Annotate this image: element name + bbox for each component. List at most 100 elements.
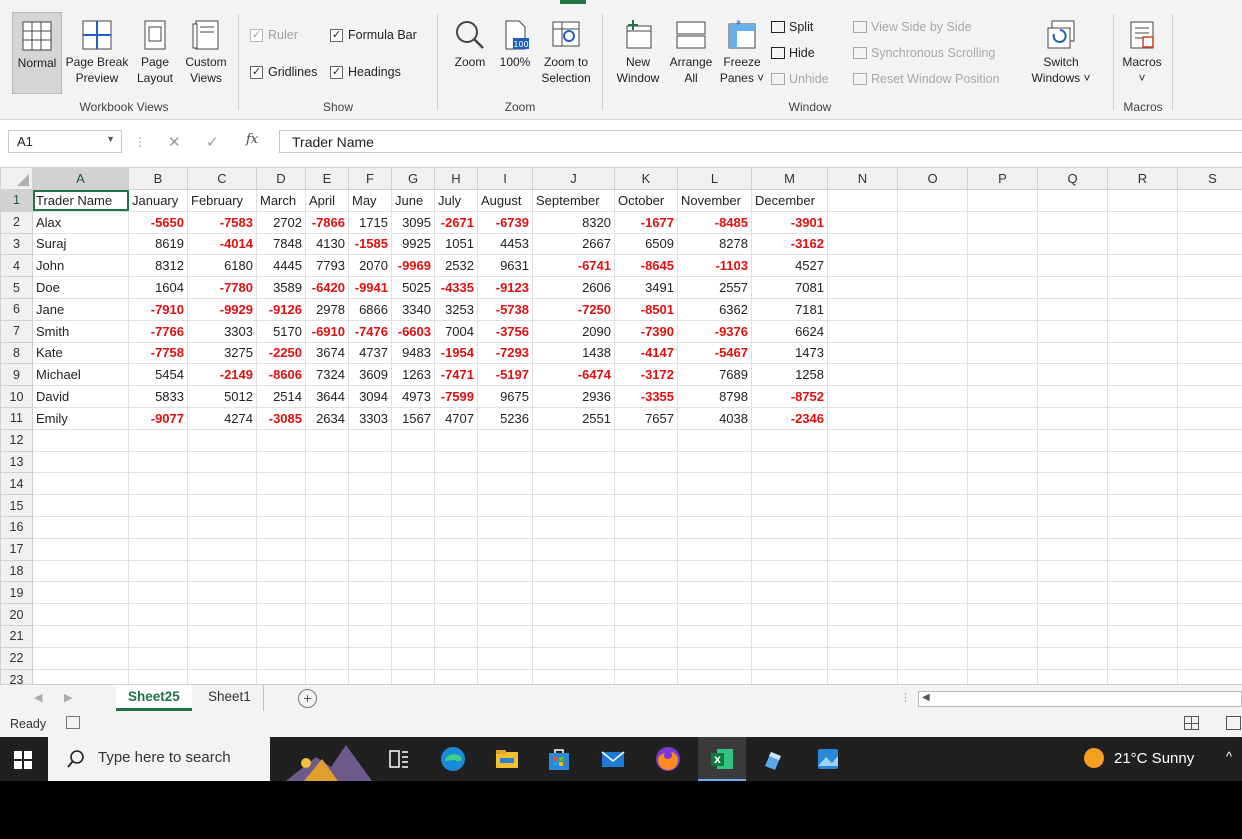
- cell[interactable]: [677, 428, 752, 452]
- cell[interactable]: -8606: [256, 363, 306, 387]
- cell[interactable]: [751, 428, 828, 452]
- cell[interactable]: [391, 559, 435, 583]
- cell[interactable]: Doe: [32, 276, 129, 299]
- cell[interactable]: [827, 603, 898, 626]
- cell[interactable]: [532, 581, 615, 605]
- cell[interactable]: [256, 603, 306, 626]
- column-header-q[interactable]: Q: [1037, 167, 1108, 190]
- cell[interactable]: [391, 603, 435, 626]
- cell[interactable]: [1177, 559, 1242, 583]
- cell[interactable]: 5012: [187, 385, 257, 408]
- custom-views-button[interactable]: Custom Views: [180, 12, 232, 86]
- chevron-up-icon[interactable]: ^: [1226, 749, 1232, 764]
- cell[interactable]: [677, 646, 752, 670]
- cell[interactable]: [827, 319, 898, 343]
- cell[interactable]: [32, 624, 129, 648]
- cell[interactable]: [477, 515, 533, 539]
- cell[interactable]: [391, 450, 435, 474]
- cell[interactable]: [434, 537, 478, 561]
- cell[interactable]: -7250: [532, 297, 615, 321]
- page-break-preview-button[interactable]: Page Break Preview: [64, 12, 130, 86]
- cell[interactable]: 4707: [434, 406, 478, 430]
- cell[interactable]: [305, 428, 349, 452]
- cell[interactable]: 7324: [305, 363, 349, 387]
- cell[interactable]: [614, 559, 678, 583]
- row-header[interactable]: 12: [0, 428, 33, 452]
- cell[interactable]: [677, 559, 752, 583]
- row-header[interactable]: 10: [0, 385, 33, 408]
- cell[interactable]: [532, 603, 615, 626]
- cell[interactable]: [1037, 559, 1108, 583]
- cell[interactable]: 3275: [187, 341, 257, 365]
- cell[interactable]: 3609: [348, 363, 392, 387]
- cell[interactable]: [32, 559, 129, 583]
- cell[interactable]: [1177, 232, 1242, 256]
- cell[interactable]: [32, 494, 129, 517]
- cell[interactable]: 9925: [391, 232, 435, 256]
- row-header[interactable]: 8: [0, 341, 33, 365]
- cell[interactable]: [434, 646, 478, 670]
- unhide-button[interactable]: Unhide: [771, 72, 829, 86]
- cell[interactable]: -3901: [751, 210, 828, 234]
- cell[interactable]: 7081: [751, 276, 828, 299]
- cell[interactable]: [477, 537, 533, 561]
- cell[interactable]: [532, 646, 615, 670]
- cell[interactable]: [348, 428, 392, 452]
- cell[interactable]: Kate: [32, 341, 129, 365]
- cell[interactable]: [897, 494, 968, 517]
- cell[interactable]: [532, 494, 615, 517]
- cell[interactable]: August: [477, 189, 533, 212]
- cell[interactable]: 8320: [532, 210, 615, 234]
- cell[interactable]: [348, 450, 392, 474]
- sheet-tab-sheet1[interactable]: Sheet1: [196, 685, 264, 711]
- cell[interactable]: [897, 341, 968, 365]
- cell[interactable]: [677, 494, 752, 517]
- cell[interactable]: [32, 450, 129, 474]
- cell[interactable]: [751, 624, 828, 648]
- cell[interactable]: [348, 537, 392, 561]
- cell[interactable]: 5833: [128, 385, 188, 408]
- cell[interactable]: 7004: [434, 319, 478, 343]
- cell[interactable]: [434, 494, 478, 517]
- cell[interactable]: -7910: [128, 297, 188, 321]
- cell[interactable]: April: [305, 189, 349, 212]
- cell[interactable]: 2606: [532, 276, 615, 299]
- cell[interactable]: 7848: [256, 232, 306, 256]
- cell[interactable]: [348, 603, 392, 626]
- cell[interactable]: [1177, 297, 1242, 321]
- cell[interactable]: [897, 515, 968, 539]
- cell[interactable]: [1107, 406, 1178, 430]
- cell[interactable]: [187, 537, 257, 561]
- zoom-button[interactable]: Zoom: [446, 12, 494, 70]
- windows-start-icon[interactable]: [14, 751, 32, 769]
- cell[interactable]: [967, 254, 1038, 278]
- cell[interactable]: John: [32, 254, 129, 278]
- cell[interactable]: -2250: [256, 341, 306, 365]
- row-header[interactable]: 13: [0, 450, 33, 474]
- cell[interactable]: 4527: [751, 254, 828, 278]
- cell[interactable]: [532, 624, 615, 648]
- cell[interactable]: 2070: [348, 254, 392, 278]
- cell[interactable]: [128, 537, 188, 561]
- cell[interactable]: [827, 428, 898, 452]
- row-header[interactable]: 4: [0, 254, 33, 278]
- cell[interactable]: [1037, 450, 1108, 474]
- cell[interactable]: [897, 276, 968, 299]
- cell[interactable]: -7758: [128, 341, 188, 365]
- cell[interactable]: 2090: [532, 319, 615, 343]
- cell[interactable]: [897, 363, 968, 387]
- cell[interactable]: [827, 189, 898, 212]
- cell[interactable]: -6474: [532, 363, 615, 387]
- cell[interactable]: [614, 450, 678, 474]
- cell[interactable]: 2667: [532, 232, 615, 256]
- cell[interactable]: 4453: [477, 232, 533, 256]
- cell[interactable]: [1177, 494, 1242, 517]
- cell[interactable]: [1177, 624, 1242, 648]
- cell[interactable]: [1037, 472, 1108, 496]
- cell[interactable]: -7390: [614, 319, 678, 343]
- cell[interactable]: [305, 559, 349, 583]
- cell[interactable]: [532, 559, 615, 583]
- cell[interactable]: [614, 537, 678, 561]
- cell[interactable]: January: [128, 189, 188, 212]
- cell[interactable]: 3095: [391, 210, 435, 234]
